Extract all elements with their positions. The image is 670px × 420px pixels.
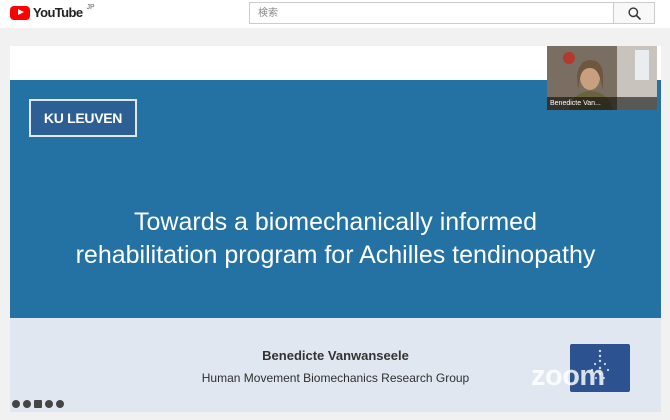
player-control-icons <box>12 400 64 408</box>
settings-control-icon[interactable] <box>45 400 53 408</box>
region-code: JP <box>86 4 95 11</box>
zoom-watermark: zoom <box>531 360 605 392</box>
slide-title-line-2: rehabilitation program for Achilles tend… <box>75 241 596 269</box>
participant-video-tile[interactable]: Benedicte Van... <box>547 46 657 110</box>
ku-leuven-logo-text: KU LEUVEN <box>43 110 123 126</box>
search-icon <box>627 6 641 20</box>
slide-title-line-1: Towards a biomechanically informed <box>134 208 537 236</box>
youtube-logo[interactable]: YouTube JP <box>10 4 95 20</box>
video-player[interactable]: KU LEUVEN Towards a biomechanically info… <box>10 46 661 412</box>
masthead: YouTube JP <box>0 0 670 28</box>
slide-title: Towards a biomechanically informed rehab… <box>10 206 661 272</box>
subtitles-control-icon[interactable] <box>34 400 42 408</box>
search-button[interactable] <box>613 2 655 24</box>
fullscreen-control-icon[interactable] <box>56 400 64 408</box>
participant-name: Benedicte Van... <box>547 97 657 110</box>
ku-leuven-logo: KU LEUVEN <box>29 99 137 137</box>
slide-title-area: KU LEUVEN Towards a biomechanically info… <box>10 80 661 318</box>
brand-name: YouTube <box>33 5 83 20</box>
youtube-play-icon <box>10 5 30 20</box>
volume-control-icon[interactable] <box>23 400 31 408</box>
search-box <box>249 2 613 24</box>
search-input[interactable] <box>250 3 613 24</box>
slide-footer: Benedicte Vanwanseele Human Movement Bio… <box>10 318 661 412</box>
play-control-icon[interactable] <box>12 400 20 408</box>
